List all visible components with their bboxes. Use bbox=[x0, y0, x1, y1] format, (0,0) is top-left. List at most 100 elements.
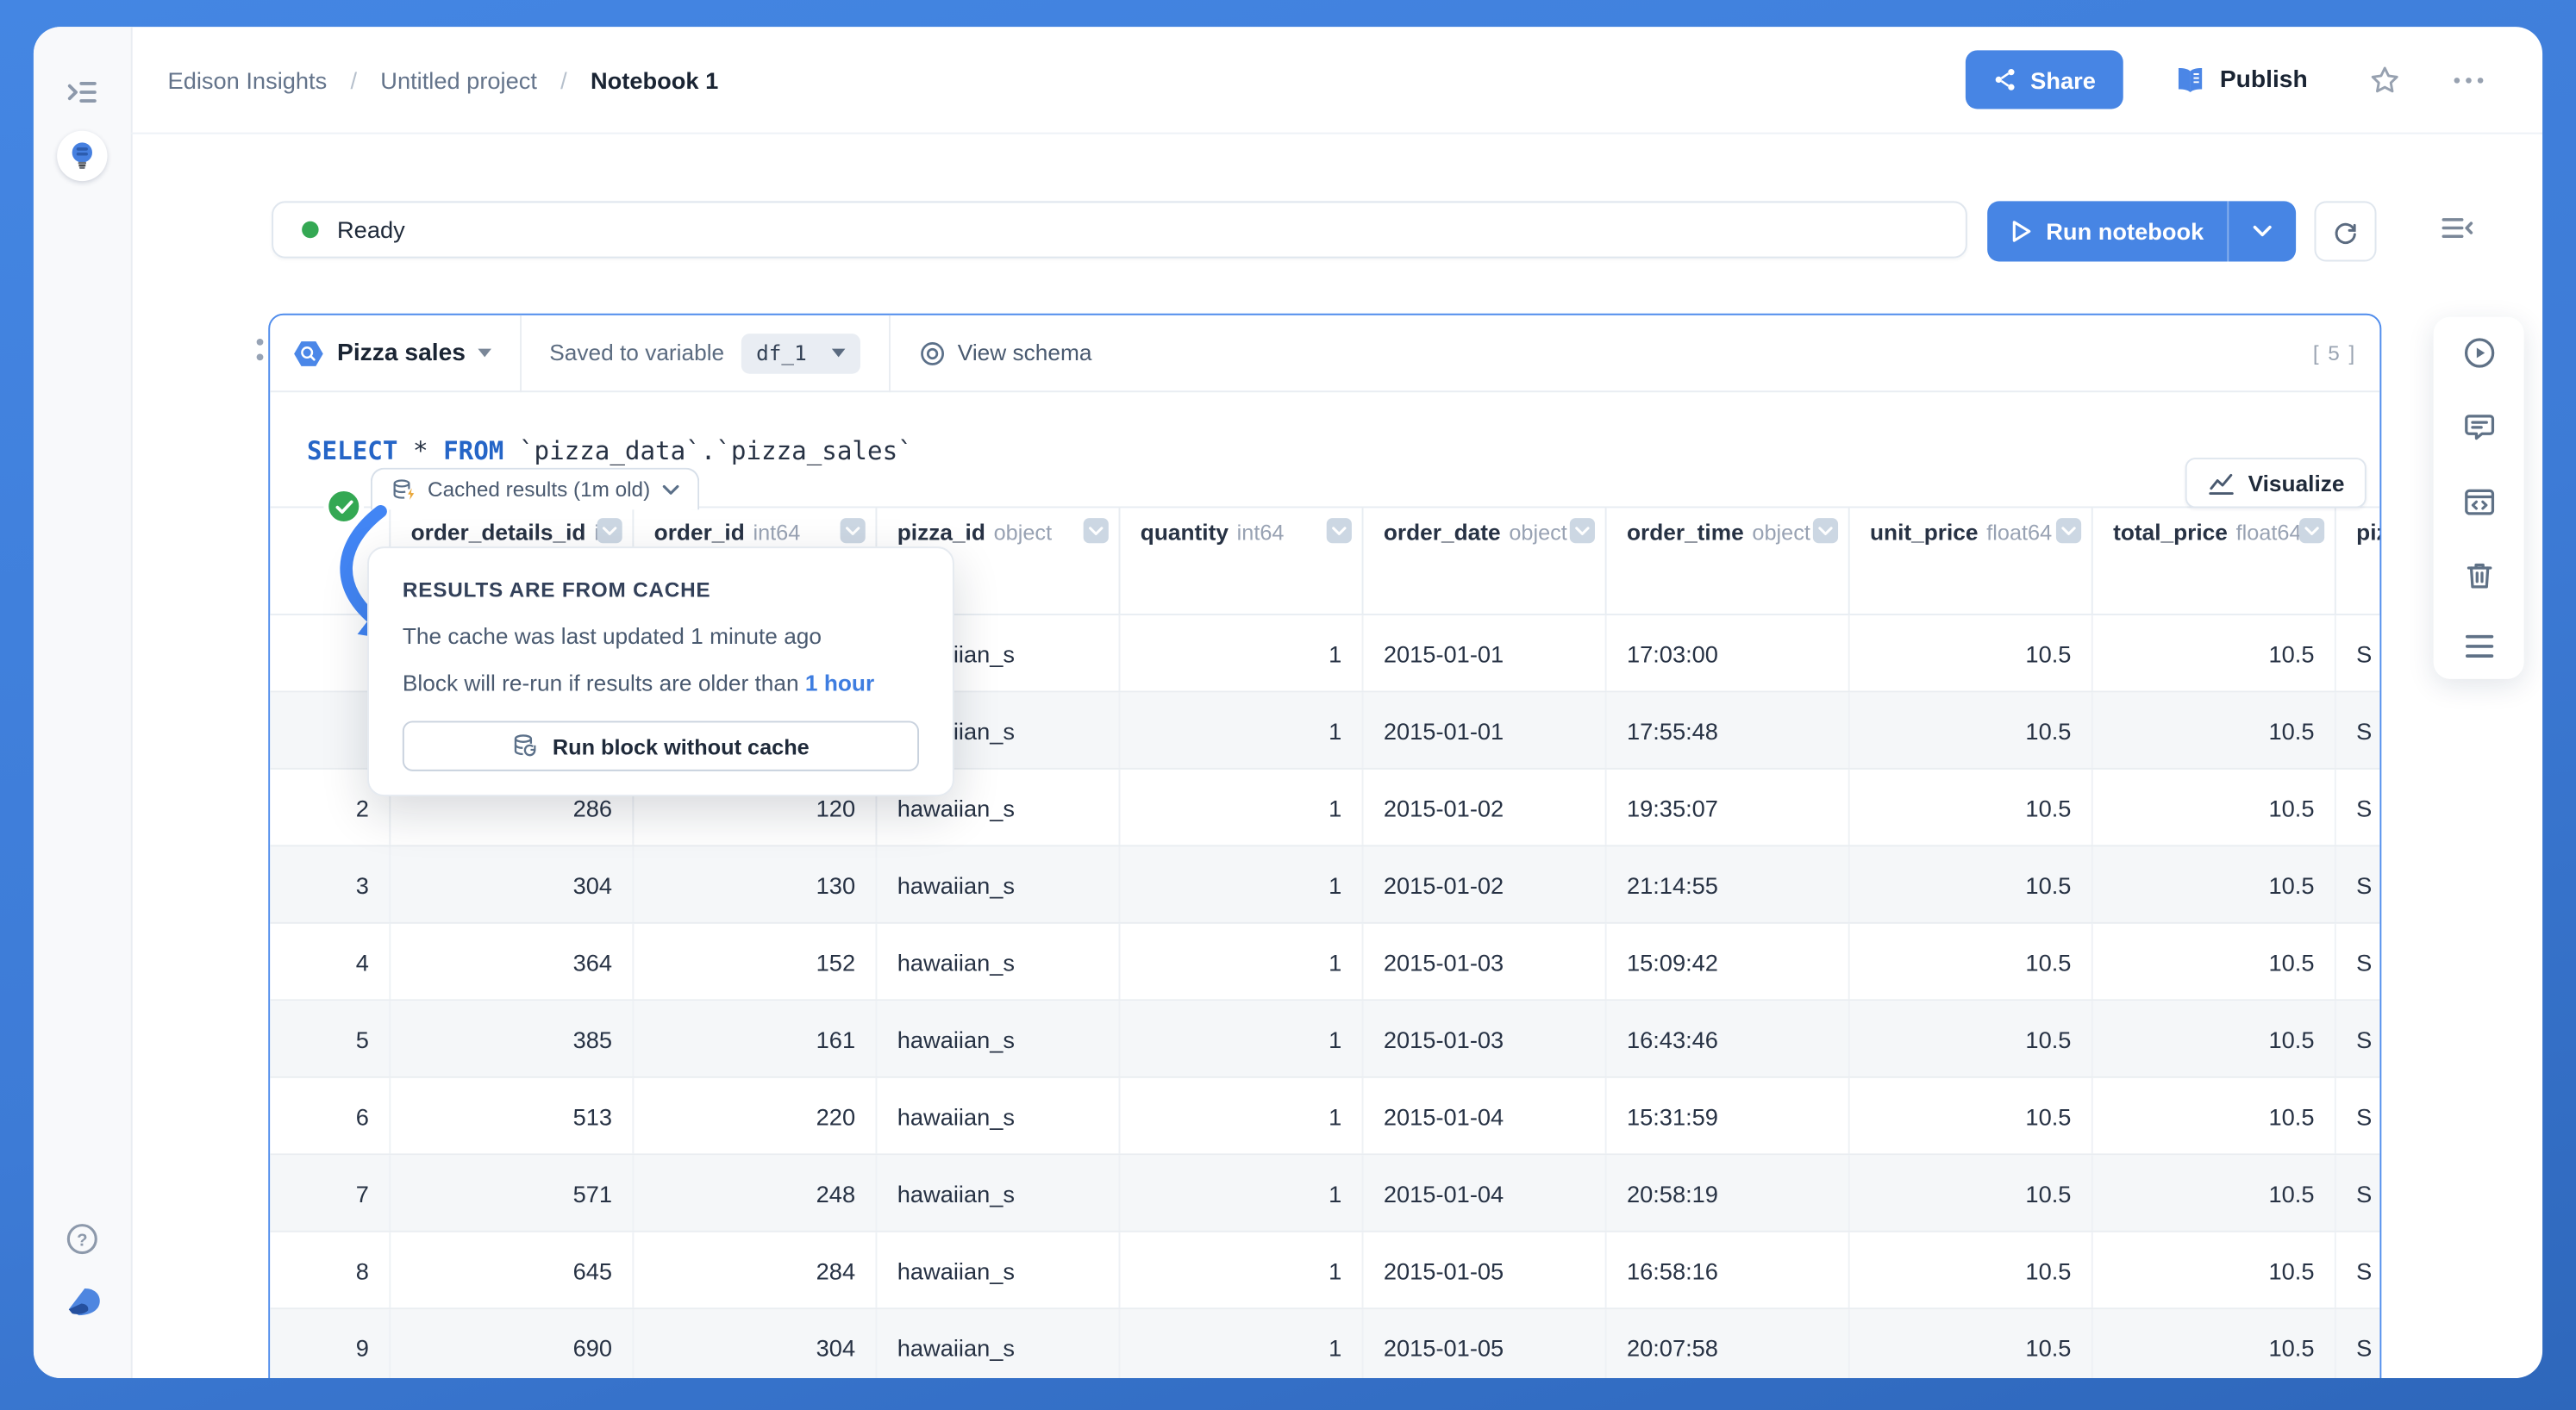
table-cell: 21:14:55 bbox=[1607, 846, 1850, 922]
column-header[interactable]: quantity int64 bbox=[1120, 508, 1364, 614]
table-cell: 2015-01-05 bbox=[1364, 1232, 1607, 1308]
tooltip-line2: Block will re-run if results are older t… bbox=[403, 671, 919, 696]
breadcrumb-project[interactable]: Untitled project bbox=[380, 66, 537, 93]
column-header[interactable]: order_time object bbox=[1607, 508, 1850, 614]
table-cell: 152 bbox=[634, 923, 878, 1000]
notebook-status-bar[interactable]: Ready bbox=[272, 201, 1967, 259]
run-block-button[interactable] bbox=[2461, 335, 2497, 371]
table-row: 9 690 304 hawaiian_s 1 2015-01-05 20:07:58 10.5… bbox=[270, 1309, 2380, 1379]
refresh-button[interactable] bbox=[2314, 201, 2377, 262]
table-of-contents-button[interactable] bbox=[2429, 209, 2485, 252]
column-menu-chevron-icon[interactable] bbox=[1326, 518, 1352, 544]
block-toolbar bbox=[2433, 316, 2524, 679]
view-code-button[interactable] bbox=[2461, 484, 2497, 519]
column-header[interactable]: order_date object bbox=[1364, 508, 1607, 614]
table-cell: 2015-01-02 bbox=[1364, 769, 1607, 845]
table-cell: 304 bbox=[634, 1309, 878, 1379]
cache-database-icon bbox=[393, 478, 415, 499]
table-cell: 15:09:42 bbox=[1607, 923, 1850, 1000]
column-menu-chevron-icon[interactable] bbox=[597, 518, 622, 544]
divider bbox=[889, 315, 891, 392]
share-button[interactable]: Share bbox=[1965, 50, 2123, 109]
run-without-cache-button[interactable]: Run block without cache bbox=[402, 721, 920, 771]
column-menu-chevron-icon[interactable] bbox=[2299, 518, 2325, 544]
sql-token: SELECT bbox=[306, 435, 398, 466]
table-cell: 20:58:19 bbox=[1607, 1155, 1850, 1231]
outline-collapse-icon bbox=[2442, 218, 2473, 239]
deepnote-logo[interactable] bbox=[60, 1281, 104, 1325]
table-cell: 2015-01-03 bbox=[1364, 923, 1607, 1000]
table-cell: S bbox=[2336, 846, 2380, 922]
column-header[interactable]: total_price float64 bbox=[2093, 508, 2336, 614]
table-cell: 10.5 bbox=[1850, 1232, 2093, 1308]
block-title-caret-icon[interactable] bbox=[477, 348, 491, 358]
table-cell: 1 bbox=[1120, 1232, 1364, 1308]
table-cell: 2015-01-05 bbox=[1364, 1309, 1607, 1379]
table-row: 8 645 284 hawaiian_s 1 2015-01-05 16:58:16 10.5… bbox=[270, 1232, 2380, 1310]
table-cell: 2015-01-02 bbox=[1364, 846, 1607, 922]
breadcrumb-workspace[interactable]: Edison Insights bbox=[168, 66, 328, 93]
publish-button[interactable]: Publish bbox=[2163, 63, 2318, 97]
app-canvas: ? Edison Insights / Untitled project / N… bbox=[0, 0, 2576, 1410]
topbar: Edison Insights / Untitled project / Not… bbox=[130, 27, 2543, 134]
table-cell: S bbox=[2336, 1155, 2380, 1231]
sql-token: * bbox=[397, 435, 444, 466]
saved-to-variable-label: Saved to variable bbox=[549, 340, 725, 366]
table-cell: 10.5 bbox=[2093, 692, 2336, 768]
column-menu-chevron-icon[interactable] bbox=[2055, 518, 2082, 544]
table-cell: 10.5 bbox=[2093, 1232, 2336, 1308]
star-icon bbox=[2371, 66, 2398, 92]
cached-results-badge[interactable]: Cached results (1m old) bbox=[370, 467, 699, 510]
block-title[interactable]: Pizza sales bbox=[337, 340, 466, 366]
column-menu-chevron-icon[interactable] bbox=[1569, 518, 1595, 544]
table-cell: 220 bbox=[634, 1077, 878, 1154]
delete-block-button[interactable] bbox=[2461, 558, 2497, 593]
bigquery-icon bbox=[294, 340, 323, 365]
sql-token: `pizza_data`.`pizza_sales` bbox=[503, 435, 913, 466]
expand-sidebar-button[interactable] bbox=[64, 74, 101, 111]
refresh-icon bbox=[2335, 221, 2356, 244]
column-menu-chevron-icon[interactable] bbox=[1812, 518, 1839, 544]
table-cell: 1 bbox=[1120, 1001, 1364, 1076]
table-row: 6 513 220 hawaiian_s 1 2015-01-04 15:31:59 10.5… bbox=[270, 1077, 2380, 1156]
chart-icon bbox=[2210, 472, 2235, 495]
table-cell: 1 bbox=[1120, 1077, 1364, 1154]
table-cell: 284 bbox=[634, 1232, 878, 1308]
column-type: int64 bbox=[1236, 520, 1285, 546]
visualize-button[interactable]: Visualize bbox=[2185, 458, 2367, 508]
table-cell: 2015-01-01 bbox=[1364, 692, 1607, 768]
table-cell: 10.5 bbox=[1850, 846, 2093, 922]
variable-dropdown[interactable]: df_1 bbox=[741, 333, 860, 373]
help-button[interactable]: ? bbox=[64, 1220, 101, 1257]
table-cell: 3 bbox=[270, 846, 391, 922]
column-menu-chevron-icon[interactable] bbox=[840, 518, 866, 544]
run-options-dropdown[interactable] bbox=[2227, 201, 2297, 262]
comment-button[interactable] bbox=[2461, 409, 2497, 445]
column-type: int64 bbox=[753, 520, 801, 546]
table-cell: 6 bbox=[270, 1077, 391, 1154]
favorite-button[interactable] bbox=[2361, 56, 2408, 103]
results-area: Cached results (1m old) Visualize order_… bbox=[270, 458, 2380, 1379]
table-cell: 10.5 bbox=[2093, 923, 2336, 1000]
table-cell: 10.5 bbox=[1850, 769, 2093, 845]
run-notebook-button[interactable]: Run notebook bbox=[1987, 201, 2297, 262]
table-cell: S bbox=[2336, 1309, 2380, 1378]
column-header[interactable]: piz bbox=[2336, 508, 2379, 614]
column-menu-chevron-icon[interactable] bbox=[1083, 518, 1109, 544]
deepnote-logo-icon bbox=[68, 1288, 100, 1316]
view-schema-label: View schema bbox=[957, 340, 1092, 366]
share-label: Share bbox=[2030, 66, 2096, 93]
view-schema-button[interactable]: View schema bbox=[919, 340, 1092, 366]
run-notebook-label: Run notebook bbox=[2046, 217, 2204, 246]
column-header[interactable]: unit_price float64 bbox=[1850, 508, 2093, 614]
workspace-avatar[interactable] bbox=[57, 130, 108, 182]
table-cell: 8 bbox=[270, 1232, 391, 1308]
more-options-button[interactable] bbox=[2445, 68, 2492, 91]
cache-ttl-link[interactable]: 1 hour bbox=[805, 671, 874, 696]
table-cell: S bbox=[2336, 692, 2380, 768]
topbar-actions: Share Publish bbox=[1965, 50, 2492, 109]
table-cell: hawaiian_s bbox=[877, 923, 1121, 1000]
play-circle-icon bbox=[2463, 338, 2494, 368]
block-menu-button[interactable] bbox=[2461, 632, 2497, 660]
table-cell: 10.5 bbox=[2093, 615, 2336, 691]
